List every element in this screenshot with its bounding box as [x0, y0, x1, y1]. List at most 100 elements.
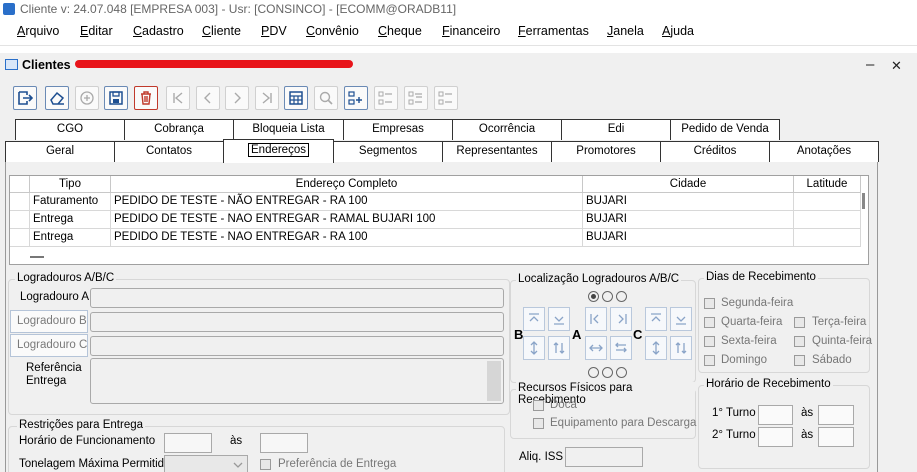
list-button-1[interactable]: [374, 86, 398, 110]
tab-representantes[interactable]: Representantes: [442, 141, 552, 162]
search-button[interactable]: [314, 86, 338, 110]
table-cell[interactable]: PEDIDO DE TESTE - NÃO ENTREGAR - RA 100: [111, 193, 583, 211]
menu-cheque[interactable]: Cheque: [378, 24, 422, 38]
tab-empresas[interactable]: Empresas: [343, 119, 453, 140]
aliq-iss-input[interactable]: [565, 447, 643, 467]
add-list-button[interactable]: [344, 86, 368, 110]
menu-janela[interactable]: Janela: [607, 24, 644, 38]
last-record-button[interactable]: [255, 86, 279, 110]
b-swap-vertical-button[interactable]: [548, 336, 570, 360]
c-move-top-button[interactable]: [645, 307, 667, 331]
radio-bottom-1[interactable]: [588, 367, 599, 378]
menu-convenio[interactable]: Convênio: [306, 24, 359, 38]
radio-b[interactable]: [602, 291, 613, 302]
referencia-entrega-input[interactable]: [90, 358, 504, 404]
sexta-checkbox[interactable]: [704, 336, 715, 347]
table-cell[interactable]: PEDIDO DE TESTE - NAO ENTREGAR - RAMAL B…: [111, 211, 583, 229]
referencia-scrollbar[interactable]: [487, 361, 501, 401]
column-header-tipo[interactable]: Tipo: [30, 176, 111, 193]
a-swap-horizontal-button[interactable]: [610, 336, 632, 360]
table-cell[interactable]: Entrega: [30, 229, 111, 247]
table-cell[interactable]: PEDIDO DE TESTE - NAO ENTREGAR - RA 100: [111, 229, 583, 247]
add-button[interactable]: [75, 86, 99, 110]
list-button-3[interactable]: [434, 86, 458, 110]
menu-pdv[interactable]: PDV: [261, 24, 287, 38]
tab-pedido-de-venda[interactable]: Pedido de Venda: [670, 119, 780, 140]
table-cell[interactable]: [794, 193, 861, 211]
exit-button[interactable]: [13, 86, 37, 110]
tab-contatos[interactable]: Contatos: [114, 141, 224, 162]
tab-promotores[interactable]: Promotores: [551, 141, 661, 162]
b-move-top-button[interactable]: [523, 307, 545, 331]
preferencia-checkbox[interactable]: [260, 459, 271, 470]
c-swap-vertical-button[interactable]: [670, 336, 692, 360]
column-header-latitude[interactable]: Latitude: [794, 176, 861, 193]
menu-financeiro[interactable]: Financeiro: [442, 24, 500, 38]
first-record-button[interactable]: [166, 86, 190, 110]
horario-fim-input[interactable]: [260, 433, 308, 453]
table-cell[interactable]: BUJARI: [583, 193, 794, 211]
grid-view-button[interactable]: [284, 86, 308, 110]
turno1-start-input[interactable]: [758, 405, 793, 425]
scrollbar-thumb[interactable]: [862, 193, 865, 209]
logradouro-a-input[interactable]: [90, 288, 504, 308]
tonelagem-select[interactable]: [164, 455, 248, 472]
row-indicator[interactable]: [10, 193, 30, 211]
radio-bottom-3[interactable]: [616, 367, 627, 378]
tab-cgo[interactable]: CGO: [15, 119, 125, 140]
a-move-right-button[interactable]: [610, 307, 632, 331]
radio-a[interactable]: [588, 291, 599, 302]
terca-checkbox[interactable]: [794, 317, 805, 328]
previous-record-button[interactable]: [196, 86, 220, 110]
logradouro-b-button[interactable]: Logradouro B: [10, 310, 88, 333]
doca-checkbox[interactable]: [533, 400, 544, 411]
clear-button[interactable]: [45, 86, 69, 110]
tab-creditos[interactable]: Créditos: [660, 141, 770, 162]
menu-ajuda[interactable]: Ajuda: [662, 24, 694, 38]
close-button[interactable]: ✕: [891, 58, 902, 74]
table-cell[interactable]: BUJARI: [583, 211, 794, 229]
c-vertical-button[interactable]: [645, 336, 667, 360]
turno1-end-input[interactable]: [818, 405, 854, 425]
table-cell[interactable]: Entrega: [30, 211, 111, 229]
tab-ocorrencia[interactable]: Ocorrência: [452, 119, 562, 140]
menu-cadastro[interactable]: Cadastro: [133, 24, 184, 38]
delete-button[interactable]: [134, 86, 158, 110]
menu-arquivo[interactable]: Arquivo: [17, 24, 59, 38]
tab-bloqueia-lista[interactable]: Bloqueia Lista: [233, 119, 344, 140]
turno2-start-input[interactable]: [758, 427, 793, 447]
logradouro-b-input[interactable]: [90, 312, 504, 332]
c-move-bottom-button[interactable]: [670, 307, 692, 331]
radio-c[interactable]: [616, 291, 627, 302]
tab-segmentos[interactable]: Segmentos: [333, 141, 443, 162]
next-record-button[interactable]: [225, 86, 249, 110]
equipamento-checkbox[interactable]: [533, 418, 544, 429]
b-vertical-button[interactable]: [523, 336, 545, 360]
column-header-cidade[interactable]: Cidade: [583, 176, 794, 193]
table-cell[interactable]: [794, 211, 861, 229]
horizontal-scrollbar[interactable]: [30, 256, 44, 258]
table-cell[interactable]: [794, 229, 861, 247]
logradouro-c-button[interactable]: Logradouro C: [10, 334, 88, 357]
tab-edi[interactable]: Edi: [561, 119, 671, 140]
a-move-left-button[interactable]: [585, 307, 607, 331]
b-move-bottom-button[interactable]: [548, 307, 570, 331]
quarta-checkbox[interactable]: [704, 317, 715, 328]
menu-cliente[interactable]: Cliente: [202, 24, 241, 38]
list-button-2[interactable]: [404, 86, 428, 110]
radio-bottom-2[interactable]: [602, 367, 613, 378]
tab-anotacoes[interactable]: Anotações: [769, 141, 879, 162]
tab-enderecos[interactable]: Endereços: [223, 139, 334, 163]
turno2-end-input[interactable]: [818, 427, 854, 447]
quinta-checkbox[interactable]: [794, 336, 805, 347]
save-button[interactable]: [104, 86, 128, 110]
row-indicator[interactable]: [10, 211, 30, 229]
row-indicator[interactable]: [10, 229, 30, 247]
domingo-checkbox[interactable]: [704, 355, 715, 366]
column-header-endereco[interactable]: Endereço Completo: [111, 176, 583, 193]
tab-cobranca[interactable]: Cobrança: [124, 119, 234, 140]
table-cell[interactable]: Faturamento: [30, 193, 111, 211]
horario-inicio-input[interactable]: [164, 433, 212, 453]
a-horizontal-button[interactable]: [585, 336, 607, 360]
menu-editar[interactable]: Editar: [80, 24, 113, 38]
